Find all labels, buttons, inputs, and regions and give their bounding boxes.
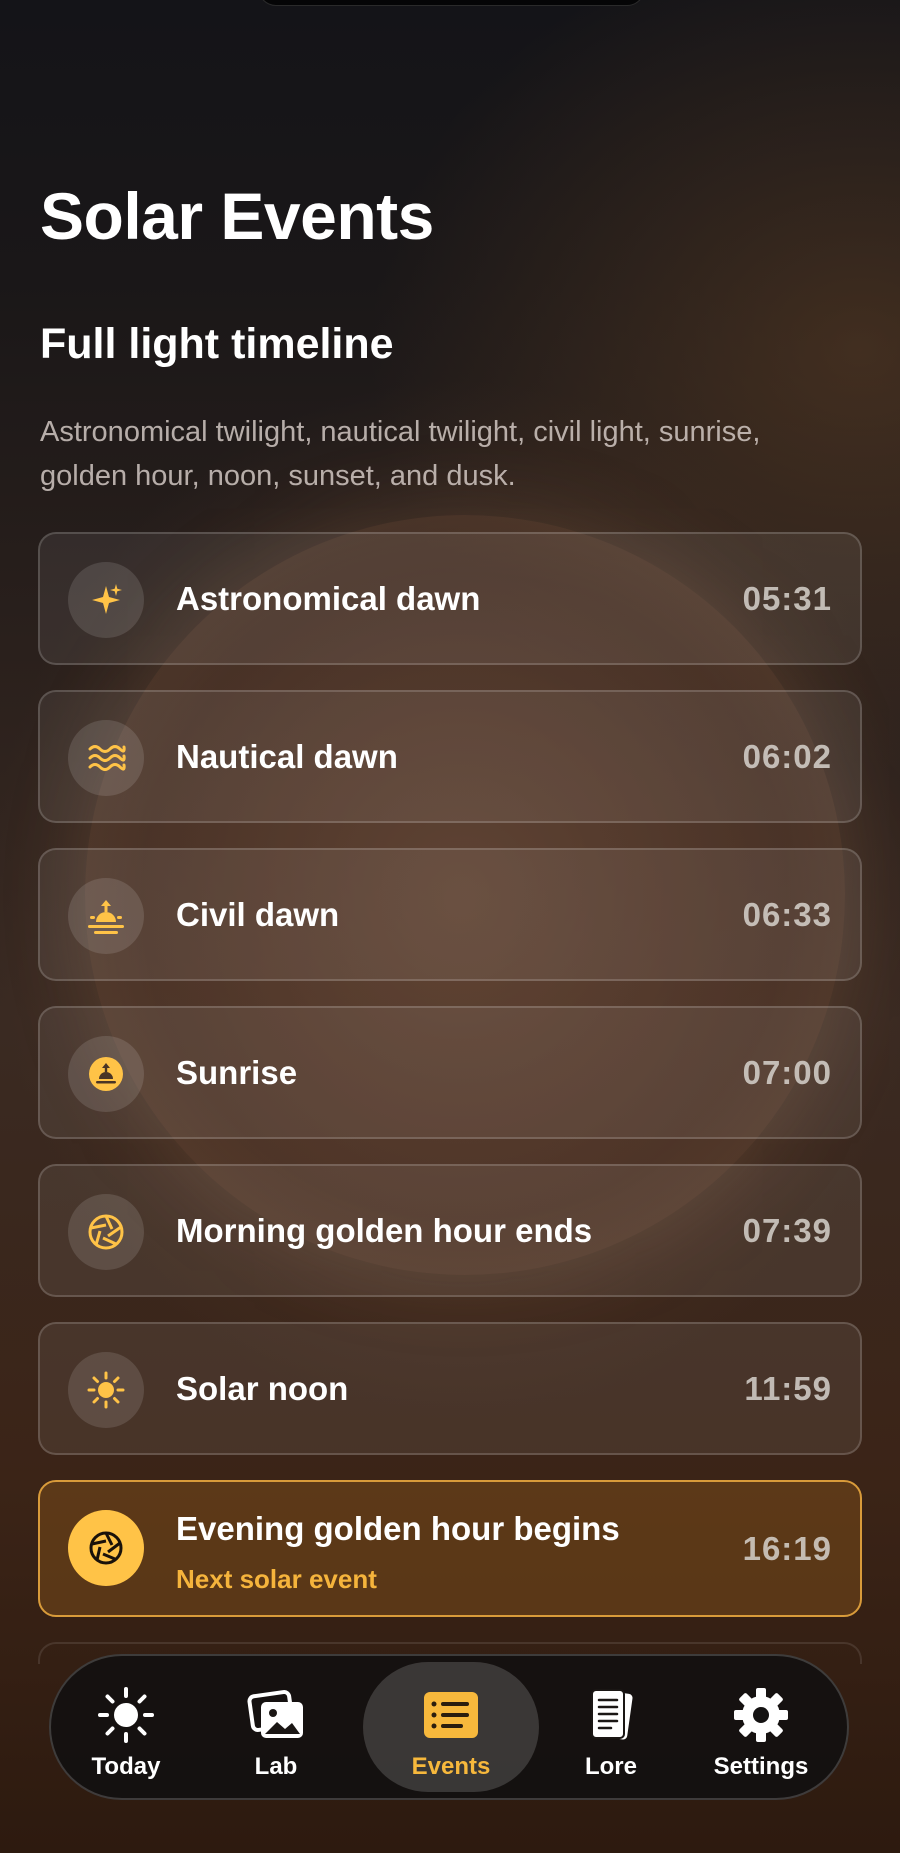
- tab-label: Lore: [584, 1753, 637, 1780]
- tab-label: Settings: [713, 1753, 809, 1780]
- event-row-solar-noon[interactable]: Solar noon 11:59: [38, 1322, 862, 1455]
- list-icon: [424, 1692, 478, 1738]
- event-time: 11:59: [744, 1370, 832, 1407]
- tab-today[interactable]: Today: [51, 1662, 201, 1792]
- sunrise-icon: [68, 1036, 144, 1112]
- next-event-badge: Next solar event: [176, 1564, 377, 1594]
- section-title: Full light timeline: [40, 320, 394, 368]
- event-label: Astronomical dawn: [176, 580, 481, 617]
- event-label: Civil dawn: [176, 896, 340, 933]
- tab-bar: Today Lab Events Lore Settings: [49, 1654, 849, 1800]
- aperture-icon: [68, 1194, 144, 1270]
- tab-lab[interactable]: Lab: [201, 1662, 351, 1792]
- event-row-nautical-dawn[interactable]: Nautical dawn 06:02: [38, 690, 862, 823]
- event-row-sunrise[interactable]: Sunrise 07:00: [38, 1006, 862, 1139]
- gear-icon: [734, 1688, 788, 1742]
- tab-lore[interactable]: Lore: [536, 1662, 686, 1792]
- event-row-morning-golden-hour-ends[interactable]: Morning golden hour ends 07:39: [38, 1164, 862, 1297]
- tab-label: Today: [91, 1753, 161, 1780]
- event-row-evening-golden-hour-begins[interactable]: Evening golden hour begins Next solar ev…: [38, 1480, 862, 1617]
- tab-label: Lab: [254, 1753, 298, 1780]
- event-time: 16:19: [742, 1530, 832, 1567]
- event-label: Solar noon: [176, 1370, 349, 1407]
- tab-settings[interactable]: Settings: [686, 1662, 836, 1792]
- event-time: 07:39: [742, 1212, 832, 1249]
- event-label: Morning golden hour ends: [176, 1212, 593, 1249]
- event-time: 07:00: [742, 1054, 832, 1091]
- event-time: 05:31: [742, 580, 832, 617]
- page-title: Solar Events: [40, 179, 434, 253]
- dynamic-island: [258, 0, 645, 6]
- sunrise-horizon-icon: [68, 878, 144, 954]
- event-label: Sunrise: [176, 1054, 298, 1091]
- tab-label: Events: [411, 1753, 491, 1780]
- book-icon: [591, 1689, 633, 1740]
- event-label: Evening golden hour begins: [176, 1510, 620, 1547]
- tab-events[interactable]: Events: [363, 1662, 539, 1792]
- event-list: Astronomical dawn 05:31 Nautical dawn 06…: [38, 532, 862, 1664]
- waves-icon: [68, 720, 144, 796]
- sun-icon: [68, 1352, 144, 1428]
- event-row-civil-dawn[interactable]: Civil dawn 06:33: [38, 848, 862, 981]
- sparkles-icon: [68, 562, 144, 638]
- event-time: 06:02: [742, 738, 832, 775]
- event-time: 06:33: [742, 896, 832, 933]
- aperture-icon: [68, 1510, 144, 1586]
- section-subtitle: Astronomical twilight, nautical twilight…: [40, 416, 761, 492]
- sun-icon: [98, 1687, 154, 1743]
- event-label: Nautical dawn: [176, 738, 398, 775]
- photos-icon: [247, 1690, 303, 1738]
- event-row-astronomical-dawn[interactable]: Astronomical dawn 05:31: [38, 532, 862, 665]
